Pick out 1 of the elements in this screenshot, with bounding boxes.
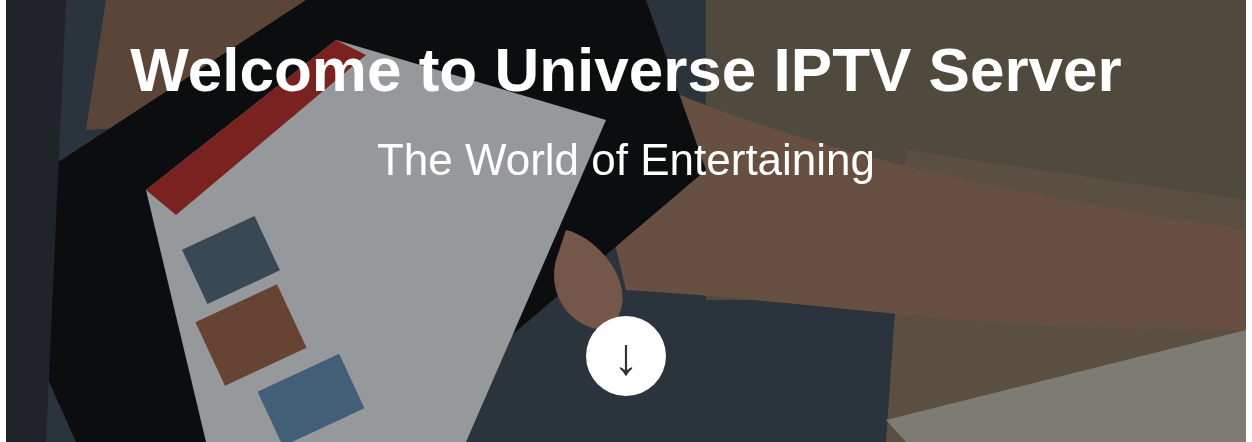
hero-subtitle: The World of Entertaining	[376, 134, 876, 186]
